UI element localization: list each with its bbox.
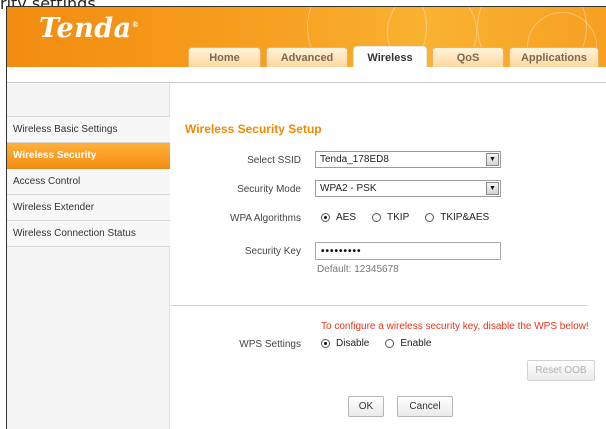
wpa-algorithms-group: AES TKIP TKIP&AES: [321, 212, 505, 223]
radio-tkip[interactable]: TKIP: [372, 212, 409, 223]
security-mode-select[interactable]: WPA2 - PSK ▼: [315, 180, 501, 197]
wps-settings-label: WPS Settings: [239, 339, 301, 350]
tab-strip: [7, 68, 606, 83]
radio-label: TKIP: [387, 212, 410, 223]
main-tabs: Home Advanced Wireless QoS Applications: [188, 46, 604, 67]
tab-qos[interactable]: QoS: [432, 47, 504, 67]
radio-wps-disable[interactable]: Disable: [321, 338, 369, 349]
radio-button[interactable]: [372, 213, 382, 222]
ssid-select[interactable]: Tenda_178ED8 ▼: [315, 151, 501, 168]
sidebar-item-wireless-basic-settings[interactable]: Wireless Basic Settings: [7, 117, 170, 143]
header-banner: Tenda® Home Advanced Wireless QoS Applic…: [7, 7, 606, 67]
tab-applications[interactable]: Applications: [509, 47, 599, 67]
default-key-hint: Default: 12345678: [317, 264, 399, 275]
radio-button[interactable]: [425, 213, 435, 222]
security-mode-label: Security Mode: [237, 184, 301, 195]
sidebar-item-wireless-extender[interactable]: Wireless Extender: [7, 195, 170, 221]
radio-tkip-aes[interactable]: TKIP&AES: [425, 212, 489, 223]
radio-label: AES: [336, 212, 357, 223]
reset-oob-button[interactable]: Reset OOB: [527, 360, 595, 381]
chevron-down-icon[interactable]: ▼: [486, 182, 499, 195]
tab-advanced[interactable]: Advanced: [266, 47, 348, 67]
radio-aes[interactable]: AES: [321, 212, 356, 223]
security-key-label: Security Key: [244, 246, 301, 257]
tenda-logo: Tenda®: [39, 13, 140, 44]
sidebar-item-wireless-connection-status[interactable]: Wireless Connection Status: [7, 221, 170, 247]
wps-settings-group: Disable Enable: [321, 338, 448, 349]
radio-wps-enable[interactable]: Enable: [385, 338, 432, 349]
radio-button[interactable]: [385, 339, 395, 348]
chevron-down-icon[interactable]: ▼: [486, 153, 499, 166]
security-mode-value: WPA2 - PSK: [320, 183, 377, 194]
main-content: Wireless Security Setup Select SSID Tend…: [171, 84, 606, 429]
sidebar-item-wireless-security[interactable]: Wireless Security: [7, 143, 170, 169]
cancel-button[interactable]: Cancel: [397, 396, 453, 417]
ssid-label: Select SSID: [247, 155, 301, 166]
security-key-input[interactable]: •••••••••: [315, 242, 501, 260]
sidebar: Wireless Basic Settings Wireless Securit…: [7, 84, 170, 429]
radio-label: Enable: [400, 338, 432, 349]
ok-button[interactable]: OK: [348, 396, 384, 417]
radio-button-selected[interactable]: [321, 339, 330, 348]
wps-warning: To configure a wireless security key, di…: [321, 321, 589, 332]
router-admin-window: Tenda® Home Advanced Wireless QoS Applic…: [6, 6, 606, 429]
tab-wireless[interactable]: Wireless: [353, 46, 427, 67]
tab-home[interactable]: Home: [188, 47, 261, 67]
ssid-value: Tenda_178ED8: [320, 154, 389, 165]
divider: [171, 305, 587, 306]
wpa-algorithms-label: WPA Algorithms: [230, 213, 301, 224]
radio-label: TKIP&AES: [440, 212, 490, 223]
sidebar-nav: Wireless Basic Settings Wireless Securit…: [7, 116, 170, 247]
radio-button-selected[interactable]: [321, 213, 330, 222]
sidebar-item-access-control[interactable]: Access Control: [7, 169, 170, 195]
page-title: Wireless Security Setup: [185, 122, 322, 136]
radio-label: Disable: [336, 338, 370, 349]
